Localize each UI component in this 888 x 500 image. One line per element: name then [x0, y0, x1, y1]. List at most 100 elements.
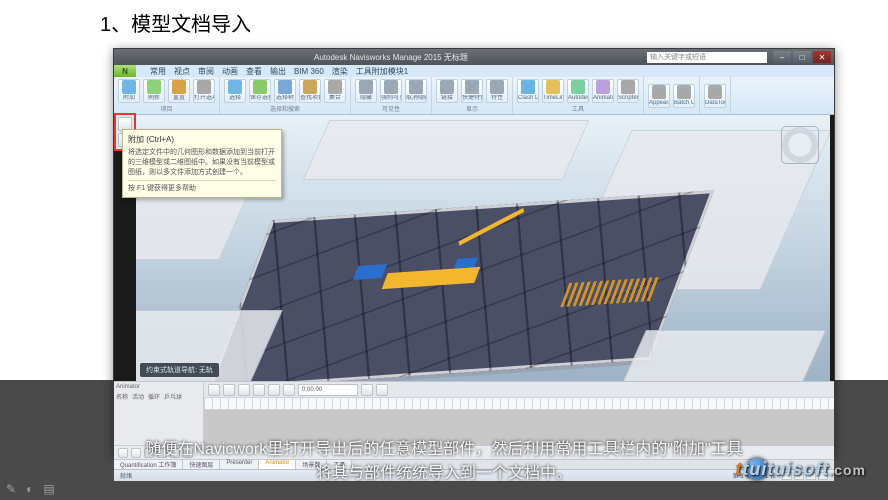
refresh-icon	[147, 80, 161, 94]
viewcube[interactable]	[782, 127, 818, 163]
ribbon-button-label: 特性	[491, 95, 503, 102]
ribbon-group-title: 选择和搜索	[270, 104, 300, 113]
hide-button[interactable]: 隐藏	[355, 79, 377, 103]
animator-ticks	[204, 398, 834, 410]
ribbon-button-label: Autodesk Rendering	[568, 95, 588, 102]
ribbon-button-label: 取消隐藏	[406, 95, 426, 102]
animator-panel-label: Animator	[116, 384, 201, 390]
save-selection-button[interactable]: 保存选择	[249, 79, 271, 103]
window-title: Autodesk Navisworks Manage 2015 无标题	[314, 52, 468, 63]
selection-tree-button[interactable]: 选择树	[274, 79, 296, 103]
links-icon	[440, 80, 454, 94]
titlebar: Autodesk Navisworks Manage 2015 无标题 输入关键…	[114, 49, 834, 65]
animator-time-field[interactable]: 0:00.00	[298, 384, 358, 396]
stage-area: 约束式轨道导航: 无轨 附加 (Ctrl+A) 将选定文件中的几何图形和数据添加…	[114, 115, 834, 381]
ribbon-tab-home[interactable]: 常用	[150, 66, 166, 77]
ribbon-group-title: 项目	[160, 104, 172, 113]
pointer-icon[interactable]: ◐	[26, 482, 33, 496]
ribbon-button-label: Appearance Profiler	[649, 100, 669, 107]
select-button[interactable]: 选择	[224, 79, 246, 103]
ribbon-tab-look[interactable]: 查看	[246, 66, 262, 77]
ribbon-group: 选择保存选择选择树查找项目集合选择和搜索	[220, 77, 351, 114]
ribbon-tab-review[interactable]: 审阅	[198, 66, 214, 77]
clash-button[interactable]: Clash Detective	[517, 79, 539, 103]
animator-play-button[interactable]	[238, 384, 250, 396]
unhide-button[interactable]: 取消隐藏	[405, 79, 427, 103]
animator-stepback-button[interactable]	[223, 384, 235, 396]
animator-zoomout-button[interactable]	[376, 384, 388, 396]
datatools-button[interactable]: DataTools	[704, 84, 726, 108]
ribbon-button-label: DataTools	[705, 100, 725, 107]
datatools-icon	[708, 85, 722, 99]
append-icon	[122, 80, 136, 94]
ribbon-button-label: 集合	[329, 95, 341, 102]
animator-toolbar: 0:00.00	[204, 382, 834, 398]
ribbon-group-title: 可见性	[382, 104, 400, 113]
animator-fwd-button[interactable]	[283, 384, 295, 396]
watermark: ttuituisoft.com	[735, 459, 866, 480]
help-search-input[interactable]: 输入关键字或短语	[647, 52, 767, 63]
links-button[interactable]: 链接	[436, 79, 458, 103]
ribbon-button-label: Clash Detective	[518, 95, 538, 102]
animator-zoomin-button[interactable]	[361, 384, 373, 396]
ribbon-tab-output[interactable]: 输出	[270, 66, 286, 77]
rendering-button[interactable]: Autodesk Rendering	[567, 79, 589, 103]
viewport-status: 约束式轨道导航: 无轨	[140, 363, 219, 377]
options-button[interactable]: 打开选项	[193, 79, 215, 103]
ribbon-button-label: 隐藏	[360, 95, 372, 102]
window-minimize-button[interactable]: –	[773, 51, 791, 63]
tooltip-title: 附加 (Ctrl+A)	[128, 134, 276, 145]
ribbon-tabs: N 常用 视点 审阅 动画 查看 输出 BIM 360 渲染 工具附加模块1	[114, 65, 834, 77]
attach-tooltip: 附加 (Ctrl+A) 将选定文件中的几何图形和数据添加到当前打开的三维模型或二…	[122, 129, 282, 198]
animator-stop-button[interactable]	[253, 384, 265, 396]
batch-utility-button[interactable]: Batch Utility	[673, 84, 695, 108]
ribbon-group: Appearance Profiler Batch Utility	[644, 77, 700, 114]
ribbon-tab-view[interactable]: 视点	[174, 66, 190, 77]
ribbon-button-label: 快捷特性	[462, 95, 482, 102]
scripter-button[interactable]: Scripter	[617, 79, 639, 103]
scripter-icon	[621, 80, 635, 94]
quickprops-button[interactable]: 快捷特性	[461, 79, 483, 103]
properties-button[interactable]: 特性	[486, 79, 508, 103]
ribbon-tab-bim360[interactable]: BIM 360	[294, 67, 324, 76]
window-close-button[interactable]: ✕	[813, 51, 831, 63]
background-building	[303, 120, 590, 180]
ribbon-tab-render[interactable]: 渲染	[332, 66, 348, 77]
ribbon-group: 链接 快捷特性 特性显示	[432, 77, 513, 114]
caption-line-1: 随便在Navicwork里打开导出后的任意模型部件，然后利用常用工具栏内的"附加…	[40, 438, 848, 462]
animator-rewind-button[interactable]	[208, 384, 220, 396]
ribbon-group-title: 显示	[466, 104, 478, 113]
tooltip-body: 将选定文件中的几何图形和数据添加到当前打开的三维模型或二维图纸中。如果没有当前模…	[128, 147, 276, 177]
application-menu-button[interactable]: N	[114, 65, 136, 77]
ribbon-group: DataTools	[700, 77, 731, 114]
sets-button[interactable]: 集合	[324, 79, 346, 103]
ribbon-tab-addins[interactable]: 工具附加模块1	[356, 66, 408, 77]
timeliner-button[interactable]: TimeLiner	[542, 79, 564, 103]
container-model	[454, 257, 478, 268]
reset-button[interactable]: 重置	[168, 79, 190, 103]
animator-button[interactable]: Animator	[592, 79, 614, 103]
appearance-profiler-icon	[652, 85, 666, 99]
animator-stepfwd-button[interactable]	[268, 384, 280, 396]
window-maximize-button[interactable]: □	[793, 51, 811, 63]
animator-col-pp: 乒乓球	[164, 392, 182, 401]
unhide-icon	[409, 80, 423, 94]
ribbon-tab-anim[interactable]: 动画	[222, 66, 238, 77]
save-selection-icon	[253, 80, 267, 94]
require-button[interactable]: 强制可见	[380, 79, 402, 103]
ribbon-button-label: 链接	[441, 95, 453, 102]
ribbon-group-title: 工具	[572, 104, 584, 113]
pen-icon[interactable]: ✎	[6, 482, 16, 496]
menu-icon[interactable]: ▤	[43, 482, 54, 496]
refresh-button[interactable]: 刷新	[143, 79, 165, 103]
appearance-profiler-button[interactable]: Appearance Profiler	[648, 84, 670, 108]
animator-col-loop: 循环	[148, 392, 160, 401]
ribbon: 附加刷新 重置打开选项项目 选择保存选择选择树查找项目集合选择和搜索 隐藏 强制可见取消…	[114, 77, 834, 115]
find-items-button[interactable]: 查找项目	[299, 79, 321, 103]
ribbon-button-label: TimeLiner	[543, 95, 563, 102]
ribbon-button-label: 刷新	[148, 95, 160, 102]
ribbon-group: 附加刷新 重置打开选项项目	[114, 77, 220, 114]
ribbon-button-label: Batch Utility	[674, 100, 694, 107]
animator-col-active: 活动	[132, 392, 144, 401]
append-button[interactable]: 附加	[118, 79, 140, 103]
